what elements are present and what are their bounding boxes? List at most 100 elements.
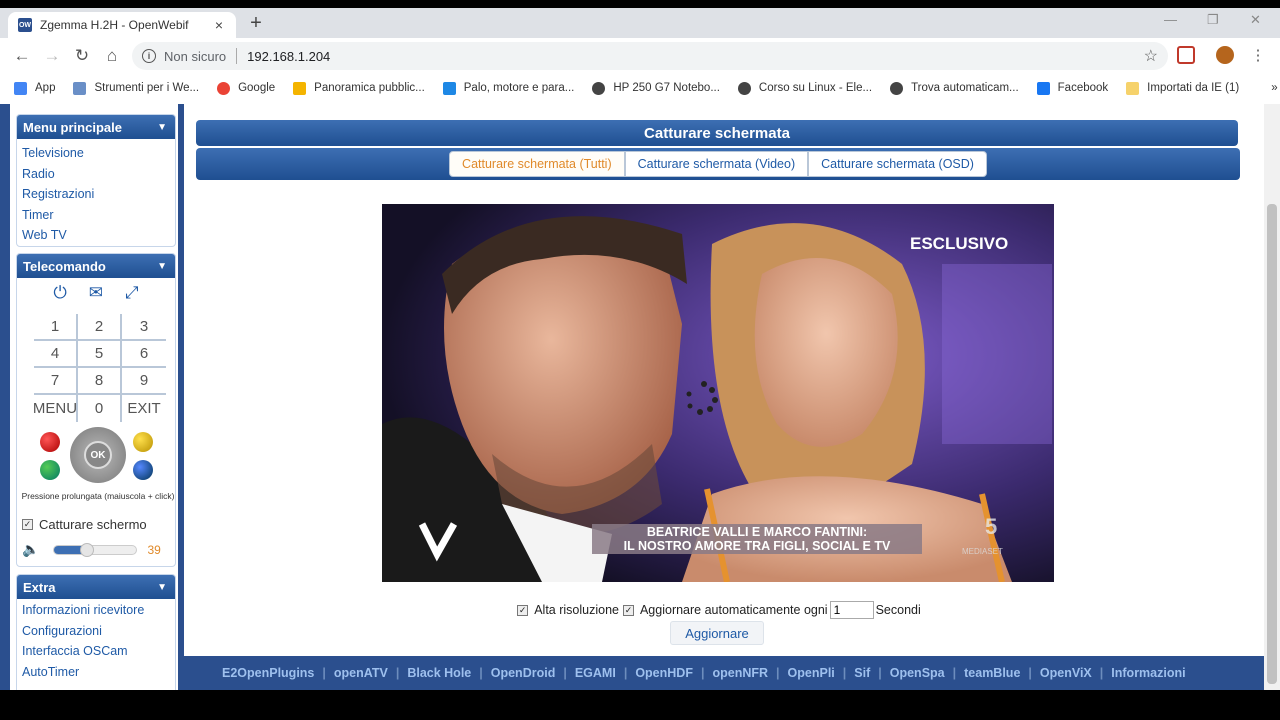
footer-link[interactable]: Sif bbox=[854, 666, 870, 680]
tab-strip: OW Zgemma H.2H - OpenWebif × + — ❐ ✕ bbox=[0, 8, 1280, 38]
page-scrollbar[interactable] bbox=[1264, 104, 1280, 690]
menu-item-registrazioni[interactable]: Registrazioni bbox=[17, 184, 175, 205]
remote-title: Telecomando bbox=[23, 258, 106, 274]
key-1[interactable]: 1 bbox=[34, 314, 78, 341]
footer-link[interactable]: openNFR bbox=[712, 666, 768, 680]
bookmark-item[interactable]: Palo, motore e para... bbox=[442, 81, 574, 95]
minimize-icon[interactable]: — bbox=[1164, 12, 1177, 27]
menu-item-autotimer[interactable]: AutoTimer bbox=[17, 662, 175, 683]
close-window-icon[interactable]: ✕ bbox=[1250, 12, 1261, 28]
google-icon bbox=[217, 81, 231, 95]
key-5[interactable]: 5 bbox=[78, 341, 122, 368]
footer-link[interactable]: OpenHDF bbox=[635, 666, 693, 680]
key-4[interactable]: 4 bbox=[34, 341, 78, 368]
extension-icon[interactable] bbox=[1177, 46, 1195, 64]
high-res-label: Alta risoluzione bbox=[534, 603, 619, 617]
key-6[interactable]: 6 bbox=[122, 341, 166, 368]
remote-top-icons: ⏻ ✉ ⤢ bbox=[17, 278, 175, 308]
tab-all[interactable]: Catturare schermata (Tutti) bbox=[449, 151, 625, 177]
screenshot-image: ESCLUSIVO BEATRICE VALLI E MARCO FANTINI… bbox=[382, 204, 1054, 582]
footer-link[interactable]: E2OpenPlugins bbox=[222, 666, 314, 680]
footer-link[interactable]: OpenViX bbox=[1040, 666, 1092, 680]
menu-item-informazioni-ricevitore[interactable]: Informazioni ricevitore bbox=[17, 600, 175, 621]
bookmark-star-icon[interactable]: ☆ bbox=[1144, 46, 1158, 66]
menu-item-configurazioni[interactable]: Configurazioni bbox=[17, 621, 175, 642]
close-tab-icon[interactable]: × bbox=[212, 17, 226, 33]
key-menu[interactable]: MENU bbox=[33, 395, 78, 422]
bookmark-item[interactable]: Facebook bbox=[1036, 81, 1108, 95]
green-button[interactable] bbox=[40, 460, 60, 480]
key-8[interactable]: 8 bbox=[78, 368, 122, 395]
speaker-icon[interactable]: 🔈 bbox=[22, 541, 39, 558]
power-icon[interactable]: ⏻ bbox=[53, 283, 66, 303]
forward-icon[interactable]: → bbox=[42, 46, 62, 66]
bookmark-item[interactable]: Corso su Linux - Ele... bbox=[737, 81, 872, 95]
red-button[interactable] bbox=[40, 432, 60, 452]
home-icon[interactable]: ⌂ bbox=[102, 46, 122, 66]
footer-link[interactable]: OpenSpa bbox=[890, 666, 945, 680]
bookmark-item[interactable]: Google bbox=[217, 81, 275, 95]
capture-screen-option[interactable]: ✓ Catturare schermo bbox=[22, 517, 147, 532]
extra-header[interactable]: Extra ▼ bbox=[17, 575, 175, 599]
main-menu-header[interactable]: Menu principale ▼ bbox=[17, 115, 175, 139]
interval-input[interactable] bbox=[829, 601, 874, 619]
menu-item-televisione[interactable]: Televisione bbox=[17, 143, 175, 164]
volume-knob[interactable] bbox=[80, 542, 95, 557]
footer-link[interactable]: OpenDroid bbox=[491, 666, 556, 680]
profile-avatar[interactable] bbox=[1216, 46, 1234, 64]
menu-item-timer[interactable]: Timer bbox=[17, 205, 175, 226]
volume-slider[interactable] bbox=[53, 542, 138, 557]
chevron-down-icon[interactable]: ▼ bbox=[157, 261, 167, 272]
bookmark-item[interactable]: Panoramica pubblic... bbox=[293, 81, 425, 95]
yellow-button[interactable] bbox=[133, 432, 153, 452]
menu-item-oscam[interactable]: Interfaccia OSCam bbox=[17, 641, 175, 662]
footer-link[interactable]: teamBlue bbox=[964, 666, 1020, 680]
new-tab-icon[interactable]: + bbox=[246, 13, 266, 33]
mail-icon[interactable]: ✉ bbox=[89, 283, 103, 303]
key-0[interactable]: 0 bbox=[78, 395, 122, 422]
scrollbar-thumb[interactable] bbox=[1267, 204, 1277, 684]
info-icon[interactable]: i bbox=[142, 49, 156, 63]
footer-link[interactable]: Informazioni bbox=[1111, 666, 1185, 680]
key-3[interactable]: 3 bbox=[122, 314, 166, 341]
bookmark-item[interactable]: Trova automaticam... bbox=[890, 81, 1019, 95]
ok-button[interactable]: OK bbox=[84, 441, 112, 469]
restore-icon[interactable]: ❐ bbox=[1207, 12, 1219, 28]
refresh-button[interactable]: Aggiornare bbox=[670, 621, 764, 645]
key-2[interactable]: 2 bbox=[78, 314, 122, 341]
footer-link[interactable]: EGAMI bbox=[575, 666, 616, 680]
blue-button[interactable] bbox=[133, 460, 153, 480]
footer-separator: | bbox=[322, 666, 326, 680]
caption-line-2: IL NOSTRO AMORE TRA FIGLI, SOCIAL E TV bbox=[624, 539, 891, 553]
bookmark-item[interactable]: App bbox=[14, 81, 55, 95]
dpad[interactable]: OK bbox=[70, 427, 126, 483]
footer-link[interactable]: openATV bbox=[334, 666, 388, 680]
tab-osd[interactable]: Catturare schermata (OSD) bbox=[808, 151, 987, 177]
bookmarks-overflow-icon[interactable]: » bbox=[1271, 82, 1277, 94]
capture-checkbox[interactable]: ✓ bbox=[22, 519, 33, 530]
menu-item-web-tv[interactable]: Web TV bbox=[17, 225, 175, 246]
remote-header[interactable]: Telecomando ▼ bbox=[17, 254, 175, 278]
bookmark-item[interactable]: Importati da IE (1) bbox=[1126, 81, 1239, 95]
bookmark-item[interactable]: Strumenti per i We... bbox=[73, 81, 199, 95]
key-exit[interactable]: EXIT bbox=[122, 395, 166, 422]
key-7[interactable]: 7 bbox=[34, 368, 78, 395]
chevron-down-icon[interactable]: ▼ bbox=[157, 122, 167, 133]
footer-link[interactable]: OpenPli bbox=[788, 666, 835, 680]
footer-link[interactable]: Black Hole bbox=[407, 666, 471, 680]
high-res-checkbox[interactable]: ✓ bbox=[517, 604, 529, 616]
auto-refresh-checkbox[interactable]: ✓ bbox=[622, 604, 634, 616]
bookmark-item[interactable]: HP 250 G7 Notebo... bbox=[592, 81, 720, 95]
chevron-down-icon[interactable]: ▼ bbox=[157, 582, 167, 593]
address-bar[interactable]: i Non sicuro 192.168.1.204 ☆ bbox=[132, 42, 1168, 70]
url-text[interactable]: 192.168.1.204 bbox=[247, 49, 330, 64]
key-9[interactable]: 9 bbox=[122, 368, 166, 395]
menu-item-radio[interactable]: Radio bbox=[17, 164, 175, 185]
browser-chrome: OW Zgemma H.2H - OpenWebif × + — ❐ ✕ ← →… bbox=[0, 8, 1280, 104]
menu-dots-icon[interactable]: ⋮ bbox=[1248, 46, 1268, 66]
fullscreen-icon[interactable]: ⤢ bbox=[125, 283, 139, 303]
back-icon[interactable]: ← bbox=[12, 46, 32, 66]
reload-icon[interactable]: ↻ bbox=[72, 46, 92, 66]
tab-video[interactable]: Catturare schermata (Video) bbox=[624, 151, 809, 177]
browser-tab[interactable]: OW Zgemma H.2H - OpenWebif × bbox=[8, 12, 236, 38]
